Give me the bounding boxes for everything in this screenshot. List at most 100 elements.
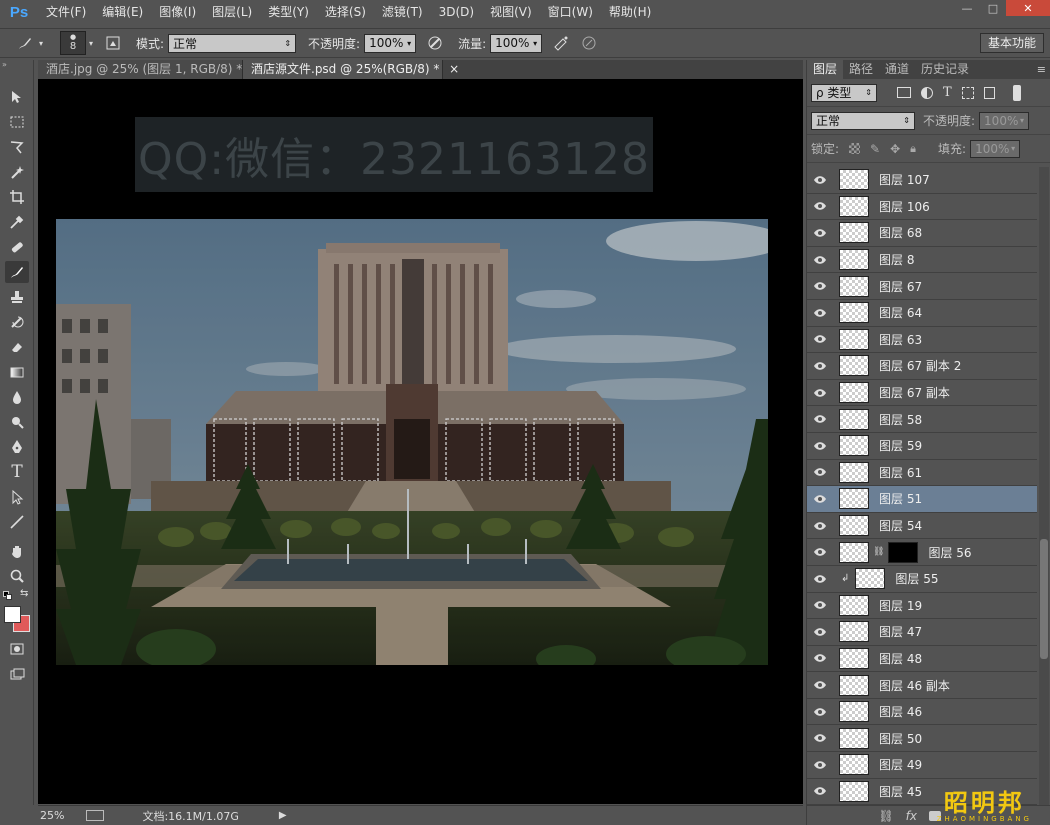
brush-tool-icon[interactable] xyxy=(14,32,36,54)
chevron-down-icon[interactable]: ▾ xyxy=(1011,144,1015,153)
layer-row[interactable]: 图层 67 xyxy=(807,273,1037,300)
layer-row[interactable]: 图层 67 副本 2 xyxy=(807,353,1037,380)
brush-panel-icon[interactable] xyxy=(102,32,124,54)
type-filter-icon[interactable]: T xyxy=(943,85,952,100)
menu-item[interactable]: 编辑(E) xyxy=(94,0,151,25)
layer-row[interactable]: 图层 8 xyxy=(807,246,1037,274)
dodge-tool-icon[interactable] xyxy=(5,411,29,433)
layer-row[interactable]: 图层 49 xyxy=(807,752,1037,779)
layer-row[interactable]: 图层 59 xyxy=(807,432,1037,460)
layer-row[interactable]: 图层 51 xyxy=(807,486,1037,513)
lock-position-icon[interactable]: ✥ xyxy=(890,142,900,156)
layer-thumbnail[interactable] xyxy=(839,674,869,696)
layer-thumbnail[interactable] xyxy=(839,515,869,537)
layer-thumbnail[interactable] xyxy=(839,647,869,669)
visibility-eye-icon[interactable] xyxy=(807,441,833,451)
layer-thumbnail[interactable] xyxy=(839,275,869,297)
visibility-eye-icon[interactable] xyxy=(807,521,833,531)
lock-pixels-icon[interactable]: ✎ xyxy=(870,142,880,156)
menu-item[interactable]: 选择(S) xyxy=(317,0,374,25)
blend-mode-select[interactable]: 正常 ⇕ xyxy=(811,111,915,130)
visibility-eye-icon[interactable] xyxy=(807,388,833,398)
swap-colors-icon[interactable]: ⇆ xyxy=(20,588,28,599)
filter-toggle-icon[interactable] xyxy=(1012,84,1021,101)
filter-type-select[interactable]: ρ 类型 ⇕ xyxy=(811,83,877,102)
brush-preset-picker[interactable]: ● 8 xyxy=(60,31,86,55)
crop-tool-icon[interactable] xyxy=(5,186,29,208)
visibility-eye-icon[interactable] xyxy=(807,175,833,185)
gradient-tool-icon[interactable] xyxy=(5,361,29,383)
layer-thumbnail[interactable] xyxy=(839,382,869,404)
menu-item[interactable]: 类型(Y) xyxy=(260,0,317,25)
menu-item[interactable]: 3D(D) xyxy=(431,0,482,25)
panel-collapse-icon[interactable]: » xyxy=(2,60,7,69)
zoom-tool-icon[interactable] xyxy=(5,565,29,587)
layer-thumbnail[interactable] xyxy=(839,541,869,563)
document-image[interactable] xyxy=(56,219,768,665)
layer-thumbnail[interactable] xyxy=(855,568,886,590)
layer-row[interactable]: 图层 68 xyxy=(807,220,1037,247)
layer-thumbnail[interactable] xyxy=(839,488,869,510)
tab-paths[interactable]: 路径 xyxy=(843,60,879,79)
foreground-color-swatch[interactable] xyxy=(4,606,21,623)
menu-item[interactable]: 窗口(W) xyxy=(540,0,601,25)
zoom-level[interactable]: 25% xyxy=(40,809,64,822)
shape-filter-icon[interactable] xyxy=(961,86,974,99)
layer-thumbnail[interactable] xyxy=(839,408,869,430)
tab-hotel-psd[interactable]: 酒店源文件.psd @ 25%(RGB/8) * × xyxy=(243,60,459,79)
brush-tool-icon[interactable] xyxy=(5,261,29,283)
visibility-eye-icon[interactable] xyxy=(807,201,833,211)
visibility-eye-icon[interactable] xyxy=(807,786,833,796)
workspace-button[interactable]: 基本功能 xyxy=(979,33,1044,53)
panel-menu-icon[interactable]: ≡ xyxy=(1037,63,1046,76)
scroll-thumb[interactable] xyxy=(1040,539,1048,659)
visibility-eye-icon[interactable] xyxy=(807,361,833,371)
tab-layers[interactable]: 图层 xyxy=(807,60,844,79)
tab-hotel-jpg[interactable]: 酒店.jpg @ 25% (图层 1, RGB/8) * × xyxy=(38,60,262,79)
visibility-eye-icon[interactable] xyxy=(807,627,833,637)
layer-row[interactable]: 图层 63 xyxy=(807,326,1037,354)
magic-wand-tool-icon[interactable] xyxy=(5,161,29,183)
adjustment-filter-icon[interactable] xyxy=(921,86,933,99)
lock-all-icon[interactable]: 🔒︎ xyxy=(910,142,916,156)
chevron-down-icon[interactable]: ▾ xyxy=(407,39,411,48)
chevron-down-icon[interactable]: ▾ xyxy=(86,32,96,54)
layer-thumbnail[interactable] xyxy=(839,435,869,457)
layer-row[interactable]: 图层 107 xyxy=(807,167,1037,194)
chevron-down-icon[interactable]: ▾ xyxy=(1020,116,1024,125)
minimize-button[interactable]: — xyxy=(954,0,980,16)
layer-row[interactable]: 图层 46 xyxy=(807,698,1037,726)
tab-channels[interactable]: 通道 xyxy=(879,60,915,79)
pen-tool-icon[interactable] xyxy=(5,436,29,458)
opacity-field[interactable]: 100% ▾ xyxy=(364,33,417,53)
layer-thumbnail[interactable] xyxy=(839,461,869,483)
lasso-tool-icon[interactable] xyxy=(5,136,29,158)
hand-tool-icon[interactable] xyxy=(5,540,29,562)
layer-thumbnail[interactable] xyxy=(839,701,869,723)
pressure-opacity-icon[interactable] xyxy=(424,32,446,54)
menu-item[interactable]: 帮助(H) xyxy=(601,0,659,25)
layer-row[interactable]: 图层 64 xyxy=(807,299,1037,327)
layer-thumbnail[interactable] xyxy=(839,754,869,776)
visibility-eye-icon[interactable] xyxy=(807,467,833,477)
lock-transparent-icon[interactable] xyxy=(849,143,861,154)
line-tool-icon[interactable] xyxy=(5,511,29,533)
layer-row[interactable]: 图层 54 xyxy=(807,512,1037,540)
status-menu-arrow-icon[interactable]: ▶ xyxy=(279,810,287,821)
chevron-down-icon[interactable]: ▾ xyxy=(36,32,46,54)
quick-mask-icon[interactable] xyxy=(5,638,29,660)
fill-field[interactable]: 100% ▾ xyxy=(970,139,1021,158)
close-button[interactable]: ✕ xyxy=(1006,0,1050,16)
layer-thumbnail[interactable] xyxy=(839,780,869,802)
visibility-eye-icon[interactable] xyxy=(807,414,833,424)
visibility-eye-icon[interactable] xyxy=(807,680,833,690)
layer-opacity-field[interactable]: 100% ▾ xyxy=(979,111,1030,130)
layer-thumbnail[interactable] xyxy=(839,222,869,244)
link-icon[interactable]: ⛓ xyxy=(878,809,893,823)
fx-icon[interactable]: fx xyxy=(906,809,917,823)
healing-brush-tool-icon[interactable] xyxy=(5,236,29,258)
menu-item[interactable]: 滤镜(T) xyxy=(374,0,431,25)
layer-row[interactable]: ↲ 图层 55 xyxy=(807,565,1037,593)
visibility-eye-icon[interactable] xyxy=(807,334,833,344)
airbrush-icon[interactable] xyxy=(550,32,572,54)
